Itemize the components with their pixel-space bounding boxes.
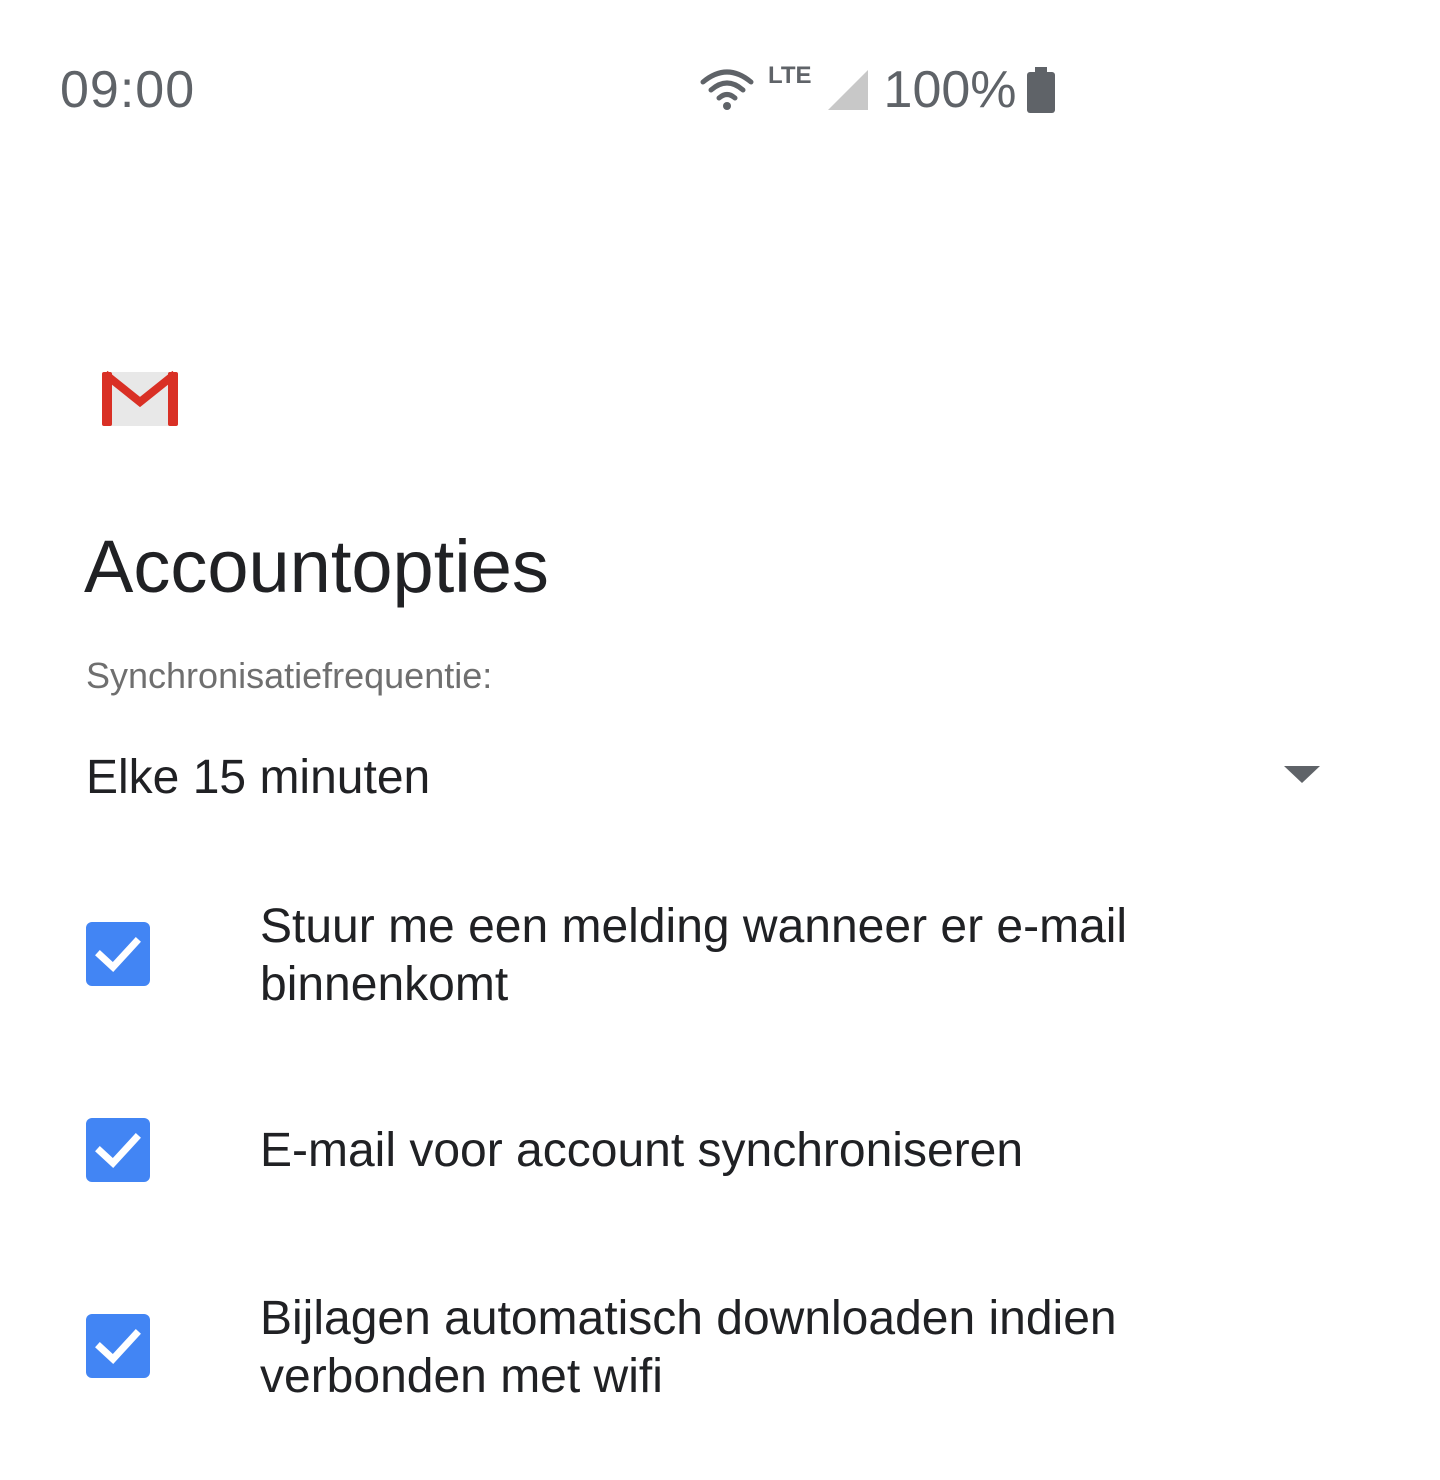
sync-email-checkbox[interactable] xyxy=(86,1118,150,1182)
dropdown-arrow-icon xyxy=(1284,766,1320,783)
notify-checkbox[interactable] xyxy=(86,922,150,986)
auto-download-checkbox[interactable] xyxy=(86,1314,150,1378)
sync-email-label: E-mail voor account synchroniseren xyxy=(260,1124,1024,1177)
status-icons: LTE 100% xyxy=(700,58,1057,122)
checkmark-icon xyxy=(95,937,141,972)
signal-icon xyxy=(827,70,868,110)
sync-frequency-label: Synchronisatiefrequentie: xyxy=(86,655,493,696)
account-options-screen: 09:00 LTE 100% Accountopties Synchronisa… xyxy=(0,0,1440,1480)
option-notify-new-mail[interactable]: Stuur me een melding wanneer er e-mail b… xyxy=(86,898,1286,1018)
page-title: Accountopties xyxy=(84,525,549,608)
gmail-icon xyxy=(102,370,178,426)
option-sync-email[interactable]: E-mail voor account synchroniseren xyxy=(86,1118,1286,1188)
status-time: 09:00 xyxy=(60,61,196,119)
checkmark-icon xyxy=(95,1133,141,1168)
auto-download-label: Bijlagen automatisch downloaden indien v… xyxy=(260,1292,1117,1403)
notify-label: Stuur me een melding wanneer er e-mail b… xyxy=(260,900,1128,1011)
sync-frequency-dropdown[interactable]: Elke 15 minuten xyxy=(80,740,1330,816)
checkmark-icon xyxy=(95,1329,141,1364)
lte-label: LTE xyxy=(768,62,812,89)
sync-frequency-value: Elke 15 minuten xyxy=(86,751,431,804)
option-auto-download-attachments[interactable]: Bijlagen automatisch downloaden indien v… xyxy=(86,1290,1286,1410)
wifi-icon xyxy=(700,69,754,110)
battery-icon xyxy=(1026,67,1055,113)
battery-percent: 100% xyxy=(883,61,1017,119)
